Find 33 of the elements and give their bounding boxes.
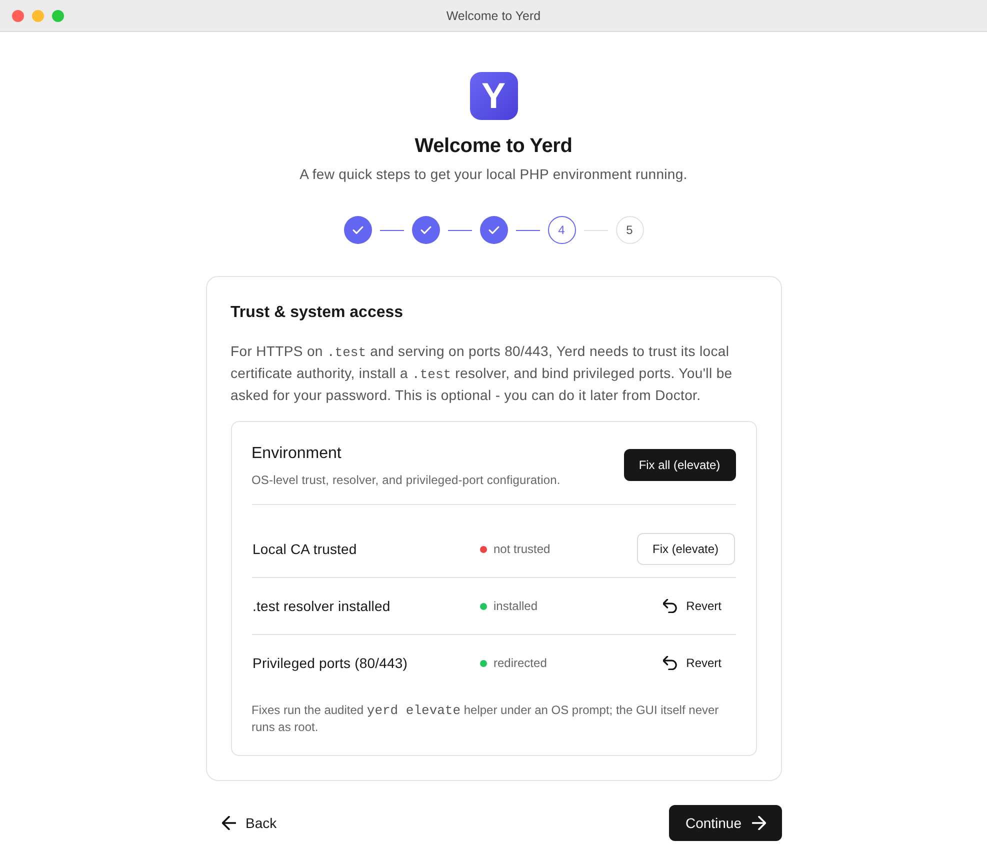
panel-subtitle: OS-level trust, resolver, and privileged-port configuration. (252, 472, 560, 488)
revert-button[interactable]: Revert (649, 590, 736, 622)
revert-button[interactable]: Revert (649, 647, 736, 679)
card-description: For HTTPS on .test and serving on ports 80/443, Yerd needs to trust its local certificate authority, install a .test resolver, and bind privileged ports. You'll be asked for your password. This is optional - you can do it later from Doctor. (230, 342, 734, 405)
panel-title: Environment (252, 444, 342, 464)
card-title: Trust & system access (230, 303, 404, 323)
undo-icon (663, 599, 678, 613)
step-number: 5 (616, 216, 644, 244)
status-text: redirected (494, 656, 547, 670)
fix-button[interactable]: Fix (elevate) (636, 533, 734, 565)
check-label: .test resolver installed (252, 598, 392, 614)
arrow-left-icon (222, 816, 236, 830)
maximize-icon[interactable] (52, 10, 64, 22)
window-title: Welcome to Yerd (446, 8, 541, 22)
continue-button[interactable]: Continue (669, 805, 782, 841)
arrow-right-icon (752, 816, 766, 830)
check-label: Local CA trusted (252, 541, 358, 557)
app-logo: Y (470, 72, 518, 120)
page-subtitle: A few quick steps to get your local PHP environment running. (300, 165, 688, 184)
back-button[interactable]: Back (206, 805, 293, 841)
check-circle-icon (344, 216, 372, 244)
minimize-icon[interactable] (32, 10, 44, 22)
status-text: not trusted (494, 542, 550, 556)
panel-footnote: Fixes run the audited yerd elevate helper under an OS prompt; the GUI itself never runs as root. (252, 702, 720, 735)
check-label: Privileged ports (80/443) (252, 655, 409, 671)
check-circle-icon (412, 216, 440, 244)
page-title: Welcome to Yerd (414, 134, 572, 159)
fix-all-button[interactable]: Fix all (elevate) (624, 449, 736, 481)
status-text: installed (494, 599, 538, 613)
undo-icon (663, 656, 678, 670)
step-number: 4 (548, 216, 576, 244)
close-icon[interactable] (12, 10, 24, 22)
check-circle-icon (480, 216, 508, 244)
